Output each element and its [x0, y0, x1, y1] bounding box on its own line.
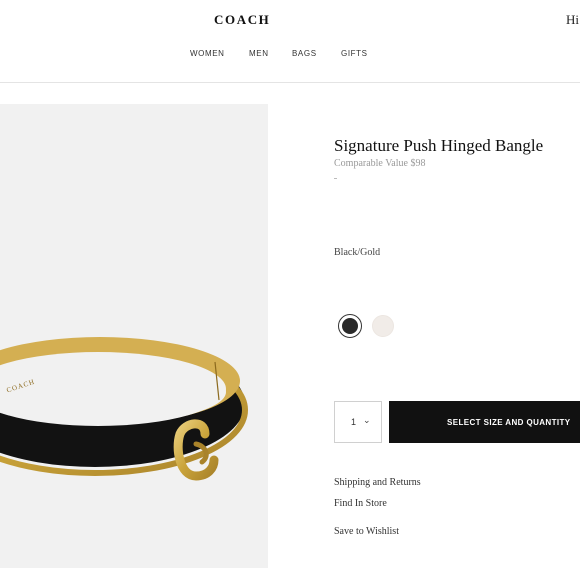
nav-men[interactable]: MEN	[249, 49, 269, 58]
main-nav: WOMEN MEN BAGS GIFTS	[0, 49, 580, 63]
divider-mark	[334, 178, 337, 179]
cta-label: SELECT SIZE AND QUANTITY	[447, 418, 571, 427]
swatch-black-fill	[342, 318, 358, 334]
save-to-wishlist-link[interactable]: Save to Wishlist	[334, 526, 399, 537]
nav-gifts[interactable]: GIFTS	[341, 49, 368, 58]
swatch-cream[interactable]	[372, 315, 394, 337]
quantity-select[interactable]: 1 ⌄	[334, 401, 382, 443]
swatch-black-gold[interactable]	[338, 314, 362, 338]
nav-women[interactable]: WOMEN	[190, 49, 225, 58]
coach-logo[interactable]: COACH	[214, 12, 270, 28]
shipping-returns-link[interactable]: Shipping and Returns	[334, 477, 421, 488]
product-image[interactable]: COACH	[0, 104, 268, 568]
nav-bags[interactable]: BAGS	[292, 49, 317, 58]
account-greeting[interactable]: Hi	[566, 12, 579, 28]
bangle-illustration	[0, 337, 248, 481]
product-title: Signature Push Hinged Bangle	[334, 136, 544, 155]
chevron-down-icon: ⌄	[363, 415, 371, 425]
find-in-store-link[interactable]: Find In Store	[334, 498, 387, 509]
select-size-quantity-button[interactable]: SELECT SIZE AND QUANTITY	[389, 401, 580, 443]
comparable-value: Comparable Value $98	[334, 158, 426, 169]
quantity-value: 1	[351, 417, 357, 427]
selected-color-name: Black/Gold	[334, 247, 381, 258]
site-header: COACH Hi WOMEN MEN BAGS GIFTS	[0, 0, 580, 83]
